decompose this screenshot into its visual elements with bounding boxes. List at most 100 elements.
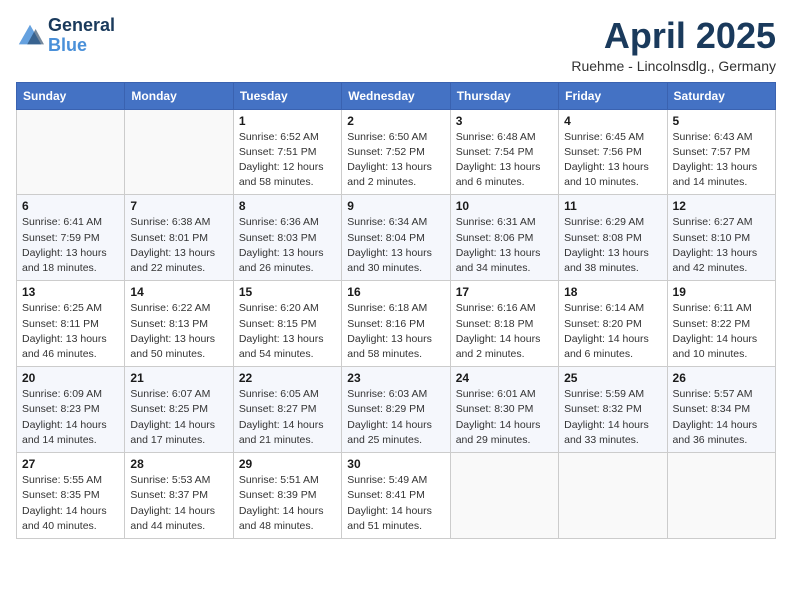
calendar-day-10: 10Sunrise: 6:31 AM Sunset: 8:06 PM Dayli… bbox=[450, 195, 558, 281]
month-title: April 2025 bbox=[571, 16, 776, 56]
day-number: 3 bbox=[456, 114, 553, 128]
calendar-day-9: 9Sunrise: 6:34 AM Sunset: 8:04 PM Daylig… bbox=[342, 195, 450, 281]
day-number: 8 bbox=[239, 199, 336, 213]
calendar-day-6: 6 Sunrise: 6:41 AM Sunset: 7:59 PM Daylig… bbox=[17, 195, 125, 281]
calendar-day-3: 3 Sunrise: 6:48 AM Sunset: 7:54 PM Daylig… bbox=[450, 109, 558, 195]
day-info: Sunrise: 6:11 AM Sunset: 8:22 PM Dayligh… bbox=[673, 301, 770, 362]
day-info: Sunrise: 6:14 AM Sunset: 8:20 PM Dayligh… bbox=[564, 301, 661, 362]
calendar-day-19: 19 Sunrise: 6:11 AM Sunset: 8:22 PM Dayli… bbox=[667, 281, 775, 367]
day-info: Sunrise: 6:48 AM Sunset: 7:54 PM Dayligh… bbox=[456, 130, 553, 191]
calendar-day-14: 14 Sunrise: 6:22 AM Sunset: 8:13 PM Dayli… bbox=[125, 281, 233, 367]
day-number: 27 bbox=[22, 457, 119, 471]
calendar-day-22: 22 Sunrise: 6:05 AM Sunset: 8:27 PM Dayli… bbox=[233, 367, 341, 453]
day-number: 16 bbox=[347, 285, 444, 299]
calendar-header: SundayMondayTuesdayWednesdayThursdayFrid… bbox=[17, 82, 776, 109]
title-block: April 2025 Ruehme - Lincolnsdlg., German… bbox=[571, 16, 776, 74]
empty-cell bbox=[667, 453, 775, 539]
day-info: Sunrise: 6:31 AM Sunset: 8:06 PM Dayligh… bbox=[456, 215, 553, 276]
weekday-header-row: SundayMondayTuesdayWednesdayThursdayFrid… bbox=[17, 82, 776, 109]
day-number: 25 bbox=[564, 371, 661, 385]
weekday-header-thursday: Thursday bbox=[450, 82, 558, 109]
calendar-day-26: 26Sunrise: 5:57 AM Sunset: 8:34 PM Dayli… bbox=[667, 367, 775, 453]
location-subtitle: Ruehme - Lincolnsdlg., Germany bbox=[571, 58, 776, 74]
weekday-header-tuesday: Tuesday bbox=[233, 82, 341, 109]
calendar-day-4: 4 Sunrise: 6:45 AM Sunset: 7:56 PM Daylig… bbox=[559, 109, 667, 195]
logo-icon bbox=[16, 22, 44, 50]
calendar-day-12: 12Sunrise: 6:27 AM Sunset: 8:10 PM Dayli… bbox=[667, 195, 775, 281]
calendar-day-2: 2 Sunrise: 6:50 AM Sunset: 7:52 PM Daylig… bbox=[342, 109, 450, 195]
day-info: Sunrise: 6:05 AM Sunset: 8:27 PM Dayligh… bbox=[239, 387, 336, 448]
day-info: Sunrise: 6:25 AM Sunset: 8:11 PM Dayligh… bbox=[22, 301, 119, 362]
calendar-day-23: 23 Sunrise: 6:03 AM Sunset: 8:29 PM Dayli… bbox=[342, 367, 450, 453]
day-number: 20 bbox=[22, 371, 119, 385]
weekday-header-sunday: Sunday bbox=[17, 82, 125, 109]
day-info: Sunrise: 5:49 AM Sunset: 8:41 PM Dayligh… bbox=[347, 473, 444, 534]
day-number: 29 bbox=[239, 457, 336, 471]
calendar-day-20: 20 Sunrise: 6:09 AM Sunset: 8:23 PM Dayli… bbox=[17, 367, 125, 453]
empty-cell bbox=[17, 109, 125, 195]
day-number: 7 bbox=[130, 199, 227, 213]
day-number: 30 bbox=[347, 457, 444, 471]
day-number: 21 bbox=[130, 371, 227, 385]
calendar-week-row: 20 Sunrise: 6:09 AM Sunset: 8:23 PM Dayli… bbox=[17, 367, 776, 453]
calendar-day-24: 24 Sunrise: 6:01 AM Sunset: 8:30 PM Dayli… bbox=[450, 367, 558, 453]
day-info: Sunrise: 6:38 AM Sunset: 8:01 PM Dayligh… bbox=[130, 215, 227, 276]
day-info: Sunrise: 6:27 AM Sunset: 8:10 PM Dayligh… bbox=[673, 215, 770, 276]
calendar-day-5: 5Sunrise: 6:43 AM Sunset: 7:57 PM Daylig… bbox=[667, 109, 775, 195]
weekday-header-friday: Friday bbox=[559, 82, 667, 109]
day-info: Sunrise: 6:18 AM Sunset: 8:16 PM Dayligh… bbox=[347, 301, 444, 362]
day-info: Sunrise: 6:22 AM Sunset: 8:13 PM Dayligh… bbox=[130, 301, 227, 362]
calendar-day-28: 28Sunrise: 5:53 AM Sunset: 8:37 PM Dayli… bbox=[125, 453, 233, 539]
empty-cell bbox=[559, 453, 667, 539]
day-info: Sunrise: 6:41 AM Sunset: 7:59 PM Dayligh… bbox=[22, 215, 119, 276]
day-info: Sunrise: 6:01 AM Sunset: 8:30 PM Dayligh… bbox=[456, 387, 553, 448]
day-info: Sunrise: 6:50 AM Sunset: 7:52 PM Dayligh… bbox=[347, 130, 444, 191]
weekday-header-wednesday: Wednesday bbox=[342, 82, 450, 109]
day-number: 23 bbox=[347, 371, 444, 385]
logo-line2: Blue bbox=[48, 36, 115, 56]
calendar-day-30: 30 Sunrise: 5:49 AM Sunset: 8:41 PM Dayli… bbox=[342, 453, 450, 539]
day-info: Sunrise: 6:52 AM Sunset: 7:51 PM Dayligh… bbox=[239, 130, 336, 191]
calendar-day-16: 16 Sunrise: 6:18 AM Sunset: 8:16 PM Dayli… bbox=[342, 281, 450, 367]
day-info: Sunrise: 6:36 AM Sunset: 8:03 PM Dayligh… bbox=[239, 215, 336, 276]
day-number: 9 bbox=[347, 199, 444, 213]
day-info: Sunrise: 6:09 AM Sunset: 8:23 PM Dayligh… bbox=[22, 387, 119, 448]
calendar-week-row: 13Sunrise: 6:25 AM Sunset: 8:11 PM Dayli… bbox=[17, 281, 776, 367]
calendar-day-13: 13Sunrise: 6:25 AM Sunset: 8:11 PM Dayli… bbox=[17, 281, 125, 367]
calendar-day-29: 29 Sunrise: 5:51 AM Sunset: 8:39 PM Dayli… bbox=[233, 453, 341, 539]
day-number: 4 bbox=[564, 114, 661, 128]
page-header: General Blue April 2025 Ruehme - Lincoln… bbox=[16, 16, 776, 74]
calendar-day-11: 11 Sunrise: 6:29 AM Sunset: 8:08 PM Dayli… bbox=[559, 195, 667, 281]
calendar-table: SundayMondayTuesdayWednesdayThursdayFrid… bbox=[16, 82, 776, 539]
calendar-week-row: 6 Sunrise: 6:41 AM Sunset: 7:59 PM Daylig… bbox=[17, 195, 776, 281]
day-info: Sunrise: 5:51 AM Sunset: 8:39 PM Dayligh… bbox=[239, 473, 336, 534]
calendar-day-27: 27 Sunrise: 5:55 AM Sunset: 8:35 PM Dayli… bbox=[17, 453, 125, 539]
day-info: Sunrise: 5:55 AM Sunset: 8:35 PM Dayligh… bbox=[22, 473, 119, 534]
calendar-day-25: 25Sunrise: 5:59 AM Sunset: 8:32 PM Dayli… bbox=[559, 367, 667, 453]
day-info: Sunrise: 6:07 AM Sunset: 8:25 PM Dayligh… bbox=[130, 387, 227, 448]
calendar-day-7: 7 Sunrise: 6:38 AM Sunset: 8:01 PM Daylig… bbox=[125, 195, 233, 281]
calendar-day-15: 15 Sunrise: 6:20 AM Sunset: 8:15 PM Dayli… bbox=[233, 281, 341, 367]
day-number: 11 bbox=[564, 199, 661, 213]
weekday-header-monday: Monday bbox=[125, 82, 233, 109]
empty-cell bbox=[450, 453, 558, 539]
day-number: 22 bbox=[239, 371, 336, 385]
calendar-week-row: 1Sunrise: 6:52 AM Sunset: 7:51 PM Daylig… bbox=[17, 109, 776, 195]
day-number: 24 bbox=[456, 371, 553, 385]
empty-cell bbox=[125, 109, 233, 195]
day-number: 6 bbox=[22, 199, 119, 213]
day-number: 2 bbox=[347, 114, 444, 128]
day-info: Sunrise: 6:29 AM Sunset: 8:08 PM Dayligh… bbox=[564, 215, 661, 276]
day-number: 14 bbox=[130, 285, 227, 299]
day-number: 18 bbox=[564, 285, 661, 299]
day-number: 17 bbox=[456, 285, 553, 299]
day-number: 15 bbox=[239, 285, 336, 299]
day-info: Sunrise: 6:03 AM Sunset: 8:29 PM Dayligh… bbox=[347, 387, 444, 448]
day-info: Sunrise: 6:20 AM Sunset: 8:15 PM Dayligh… bbox=[239, 301, 336, 362]
logo-line1: General bbox=[48, 16, 115, 36]
calendar-week-row: 27 Sunrise: 5:55 AM Sunset: 8:35 PM Dayli… bbox=[17, 453, 776, 539]
day-info: Sunrise: 6:43 AM Sunset: 7:57 PM Dayligh… bbox=[673, 130, 770, 191]
calendar-day-17: 17Sunrise: 6:16 AM Sunset: 8:18 PM Dayli… bbox=[450, 281, 558, 367]
day-number: 19 bbox=[673, 285, 770, 299]
day-info: Sunrise: 6:45 AM Sunset: 7:56 PM Dayligh… bbox=[564, 130, 661, 191]
